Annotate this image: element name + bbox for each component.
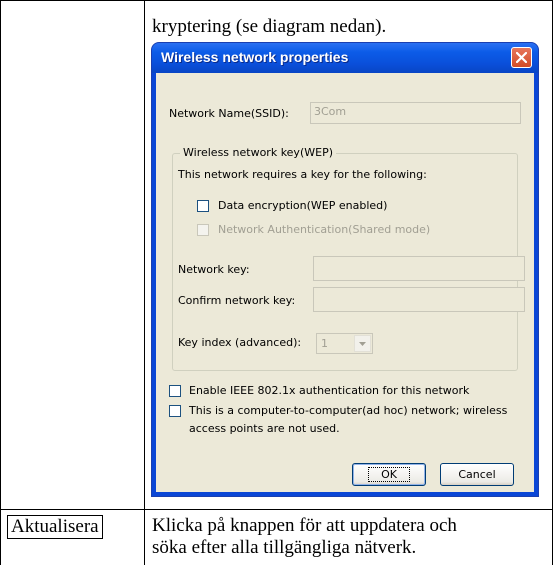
ieee-label[interactable]: Enable IEEE 802.1x authentication for th… xyxy=(189,384,469,397)
adhoc-label-line1[interactable]: This is a computer-to-computer(ad hoc) n… xyxy=(189,404,507,417)
intro-text: kryptering (se diagram nedan). xyxy=(152,16,387,37)
dialog-title: Wireless network properties xyxy=(161,49,349,65)
dialog-titlebar[interactable]: Wireless network properties xyxy=(152,43,538,73)
network-auth-label: Network Authentication(Shared mode) xyxy=(218,223,431,236)
table-line-col xyxy=(144,0,145,565)
table-line-middle xyxy=(0,509,553,510)
ok-button-label: OK xyxy=(368,467,410,482)
term-aktualisera: Aktualisera xyxy=(7,515,103,539)
cancel-button[interactable]: Cancel xyxy=(440,463,514,486)
wireless-properties-dialog: Wireless network properties Network Name… xyxy=(152,43,538,496)
term-description-line2: söka efter alla tillgängliga nätverk. xyxy=(152,537,417,558)
network-key-label: Network key: xyxy=(178,263,250,276)
ssid-label: Network Name(SSID): xyxy=(169,107,289,120)
confirm-key-field[interactable] xyxy=(313,287,525,312)
data-encryption-checkbox[interactable] xyxy=(197,200,209,212)
key-index-label: Key index (advanced): xyxy=(178,336,302,349)
network-key-field[interactable] xyxy=(313,256,525,281)
confirm-key-label: Confirm network key: xyxy=(178,294,296,307)
table-line-right xyxy=(552,0,553,565)
key-index-value: 1 xyxy=(321,337,328,350)
ssid-field[interactable]: 3Com xyxy=(310,102,521,124)
adhoc-label-line2[interactable]: access points are not used. xyxy=(189,422,340,435)
network-auth-checkbox[interactable] xyxy=(197,224,209,236)
ok-button[interactable]: OK xyxy=(352,463,426,486)
term-description-line1: Klicka på knappen för att uppdatera och xyxy=(152,515,457,536)
close-button[interactable] xyxy=(511,47,532,68)
table-line-left xyxy=(0,0,1,565)
key-index-select[interactable]: 1 xyxy=(316,333,373,354)
ieee-checkbox[interactable] xyxy=(169,385,181,397)
data-encryption-label[interactable]: Data encryption(WEP enabled) xyxy=(218,199,387,212)
cancel-button-label: Cancel xyxy=(458,468,496,481)
requires-key-text: This network requires a key for the foll… xyxy=(178,168,427,181)
table-line-top xyxy=(0,0,553,1)
dialog-client-area: Network Name(SSID): 3Com Wireless networ… xyxy=(156,73,534,492)
close-icon xyxy=(516,52,527,63)
ssid-value: 3Com xyxy=(314,105,347,118)
chevron-down-icon xyxy=(359,341,366,346)
wep-group-label: Wireless network key(WEP) xyxy=(180,146,336,159)
adhoc-checkbox[interactable] xyxy=(169,405,181,417)
key-index-dropdown-button[interactable] xyxy=(354,335,371,352)
